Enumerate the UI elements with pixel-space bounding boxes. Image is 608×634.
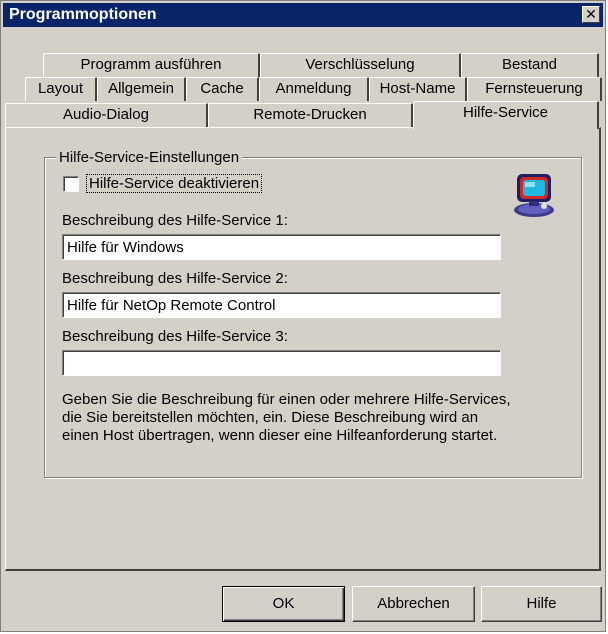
tab-host-name[interactable]: Host-Name <box>369 77 467 101</box>
groupbox-title: Hilfe-Service-Einstellungen <box>56 149 243 166</box>
tab-bestand[interactable]: Bestand <box>461 53 599 77</box>
helper-service-1-input[interactable] <box>62 234 501 260</box>
description-line-3: einen Host übertragen, wenn dieser eine … <box>62 427 498 444</box>
window-title: Programmoptionen <box>9 6 157 23</box>
description-line-2: die Sie bereitstellen möchten, ein. Dies… <box>62 409 479 426</box>
tab-anmeldung[interactable]: Anmeldung <box>259 77 369 101</box>
disable-helper-label[interactable]: Hilfe-Service deaktivieren <box>86 174 263 193</box>
helper-service-3-input[interactable] <box>62 350 501 376</box>
title-bar[interactable]: Programmoptionen ✕ <box>3 3 603 27</box>
field1-label: Beschreibung des Hilfe-Service 1: <box>62 212 288 229</box>
cancel-button[interactable]: Abbrechen <box>352 586 475 622</box>
helper-service-2-input[interactable] <box>62 292 501 318</box>
tab-layout[interactable]: Layout <box>25 77 97 101</box>
tab-cache[interactable]: Cache <box>186 77 259 101</box>
field3-label: Beschreibung des Hilfe-Service 3: <box>62 328 288 345</box>
helper-computer-icon <box>514 174 554 217</box>
field2-label: Beschreibung des Hilfe-Service 2: <box>62 270 288 287</box>
tab-fernsteuerung[interactable]: Fernsteuerung <box>467 77 602 101</box>
tab-programm-ausfuehren[interactable]: Programm ausführen <box>43 53 260 77</box>
tab-verschluesselung[interactable]: Verschlüsselung <box>260 53 461 77</box>
close-button[interactable]: ✕ <box>582 6 600 23</box>
ok-button[interactable]: OK <box>222 586 345 622</box>
tab-audio-dialog[interactable]: Audio-Dialog <box>5 103 208 127</box>
close-icon: ✕ <box>585 6 597 22</box>
help-button[interactable]: Hilfe <box>481 586 602 622</box>
tab-allgemein[interactable]: Allgemein <box>97 77 186 101</box>
description-text: Geben Sie die Beschreibung für einen ode… <box>62 391 582 445</box>
tab-remote-drucken[interactable]: Remote-Drucken <box>208 103 413 127</box>
description-line-1: Geben Sie die Beschreibung für einen ode… <box>62 391 511 408</box>
tab-hilfe-service[interactable]: Hilfe-Service <box>413 101 599 129</box>
disable-helper-checkbox[interactable] <box>63 176 79 192</box>
